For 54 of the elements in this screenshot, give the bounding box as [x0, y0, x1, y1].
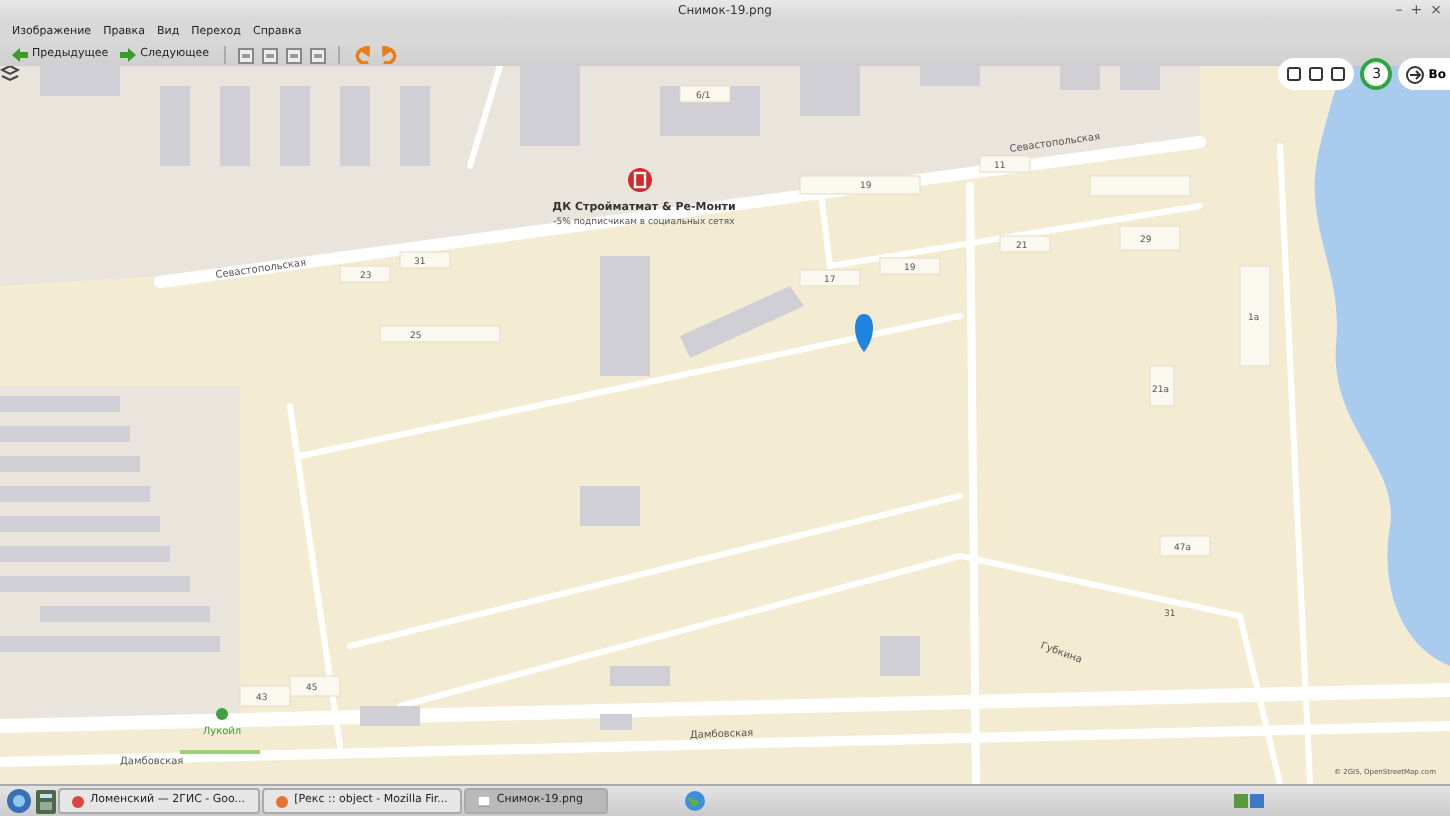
building [879, 257, 941, 275]
building [799, 175, 921, 195]
building [239, 685, 291, 707]
layers-icon[interactable] [0, 66, 20, 82]
zoom-out-icon[interactable] [261, 47, 278, 63]
calculator-icon[interactable] [35, 789, 55, 813]
right-arrow-icon [120, 48, 137, 62]
poi-icon [628, 168, 652, 192]
building [520, 66, 580, 146]
building [1120, 66, 1160, 90]
building [999, 235, 1051, 253]
building [360, 706, 420, 726]
building [40, 66, 120, 96]
building [0, 396, 120, 412]
fit-icon[interactable] [285, 47, 302, 63]
building [160, 86, 190, 166]
building [220, 86, 250, 166]
building [1089, 175, 1191, 197]
fuel-station-icon [216, 708, 228, 720]
building [580, 486, 640, 526]
left-arrow-icon [12, 48, 28, 62]
globe-icon[interactable] [683, 790, 706, 812]
browser-icon [72, 795, 84, 807]
building [979, 155, 1031, 173]
building [340, 86, 370, 166]
location-pin-icon [855, 314, 873, 352]
building [339, 265, 391, 283]
building [920, 66, 980, 86]
start-orb-icon[interactable] [6, 788, 32, 814]
building [0, 426, 130, 442]
rotate-left-icon[interactable] [353, 46, 370, 64]
grass-strip [180, 750, 260, 754]
browser-icon [276, 795, 289, 807]
arrow-icon [1406, 65, 1425, 83]
zoom-in-icon[interactable] [237, 47, 254, 63]
building [1119, 225, 1181, 251]
building [1239, 265, 1271, 367]
building [600, 714, 632, 730]
building [280, 86, 310, 166]
building [1060, 66, 1100, 90]
rotate-right-icon[interactable] [381, 46, 398, 64]
building [600, 256, 650, 376]
building [379, 325, 501, 343]
actual-size-icon[interactable] [309, 47, 326, 63]
building [1159, 535, 1211, 557]
building [400, 86, 430, 166]
building [0, 456, 140, 472]
building [610, 666, 670, 686]
building [289, 675, 341, 697]
building [399, 251, 451, 269]
building [1149, 365, 1175, 407]
building [880, 636, 920, 676]
image-icon [478, 795, 491, 807]
building [800, 66, 860, 116]
